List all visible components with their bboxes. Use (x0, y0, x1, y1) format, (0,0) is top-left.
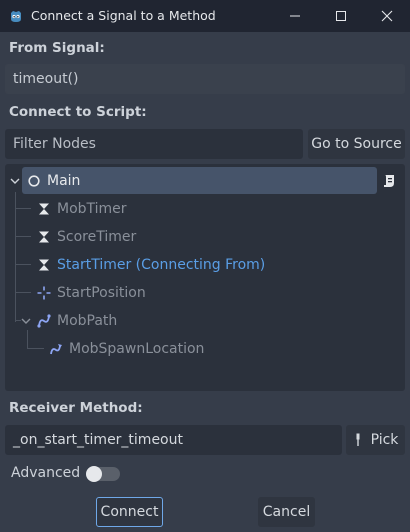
tree-item-label: ScoreTimer (57, 229, 137, 245)
node-circle-icon (28, 175, 40, 187)
close-icon (381, 10, 393, 22)
tree-item-mobpath[interactable]: MobPath (20, 307, 117, 335)
window-title: Connect a Signal to a Method (31, 8, 216, 23)
tree-item-label: MobSpawnLocation (69, 341, 205, 357)
filter-nodes-input[interactable]: Filter Nodes (5, 129, 303, 159)
tree-item-scoretimer[interactable]: ScoreTimer (37, 223, 136, 251)
script-icon (384, 175, 394, 187)
tree-item-label: StartTimer (Connecting From) (57, 257, 266, 273)
maximize-button[interactable] (318, 0, 364, 32)
tree-item-label: Main (47, 173, 81, 189)
tree-item-label: MobTimer (57, 201, 127, 217)
tree-connector (15, 192, 16, 322)
path-icon (37, 314, 51, 328)
connect-to-script-label: Connect to Script: (9, 104, 147, 120)
tree-item-mobspawnlocation[interactable]: MobSpawnLocation (49, 335, 204, 363)
eyedropper-icon (356, 433, 360, 446)
tree-item-label: StartPosition (57, 285, 146, 301)
title-bar[interactable]: Connect a Signal to a Method (0, 0, 410, 32)
godot-logo-icon (11, 11, 21, 22)
marker-icon (37, 286, 51, 300)
tree-item-main[interactable]: Main (9, 167, 80, 195)
toggle-knob (86, 466, 102, 482)
tree-connector (15, 236, 31, 237)
advanced-toggle[interactable] (86, 466, 120, 482)
maximize-icon (336, 11, 346, 21)
cancel-button[interactable]: Cancel (258, 497, 315, 527)
tree-item-startposition[interactable]: StartPosition (37, 279, 146, 307)
pick-label: Pick (370, 432, 399, 448)
pick-button[interactable]: Pick (346, 425, 405, 455)
receiver-method-label: Receiver Method: (9, 400, 143, 416)
tree-connector (15, 292, 31, 293)
minimize-button[interactable] (272, 0, 318, 32)
tree-item-mobtimer[interactable]: MobTimer (37, 195, 127, 223)
tree-connector (15, 208, 31, 209)
go-to-source-button[interactable]: Go to Source (308, 129, 405, 159)
close-button[interactable] (364, 0, 410, 32)
signal-field: timeout() (5, 64, 405, 94)
advanced-label: Advanced (11, 465, 81, 481)
chevron-down-icon[interactable] (20, 315, 32, 327)
connect-button[interactable]: Connect (96, 497, 163, 527)
chevron-down-icon[interactable] (9, 175, 21, 187)
tree-connector (15, 264, 31, 265)
timer-icon (39, 231, 49, 243)
from-signal-label: From Signal: (9, 40, 105, 56)
timer-icon (39, 259, 49, 271)
path-follow-icon (50, 344, 62, 355)
minimize-icon (290, 15, 300, 17)
receiver-method-input[interactable]: _on_start_timer_timeout (5, 425, 342, 455)
timer-icon (39, 203, 49, 215)
tree-item-label: MobPath (57, 313, 118, 329)
tree-item-starttimer[interactable]: StartTimer (Connecting From) (37, 251, 265, 279)
